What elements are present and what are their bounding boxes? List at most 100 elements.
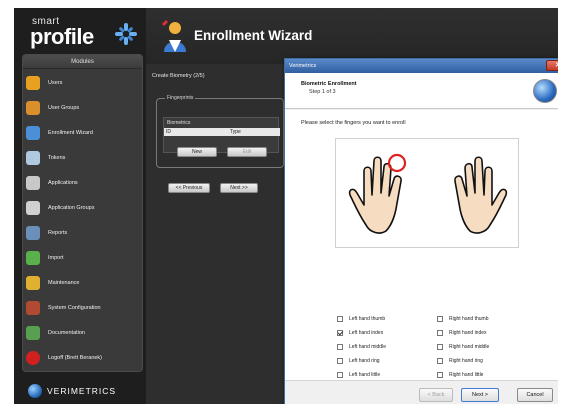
maintenance-icon [26, 276, 40, 290]
module-label: Logoff (Brett Beranek) [48, 355, 103, 361]
verimetrics-globe-icon [28, 384, 42, 398]
checkbox-label: Right hand little [449, 372, 484, 378]
module-enrollment-wizard[interactable]: Enrollment Wizard [26, 122, 141, 144]
smart-profile-window: smart profile Modules Users User Groups … [14, 8, 558, 404]
dialog-window-title: Verimetrics [289, 63, 317, 69]
module-system-configuration[interactable]: System Configuration [26, 297, 141, 319]
module-logoff[interactable]: Logoff (Brett Beranek) [26, 347, 141, 369]
dialog-heading: Biometric Enrollment [301, 81, 357, 87]
page-title: Enrollment Wizard [194, 28, 313, 43]
next-step-button[interactable]: Next >> [220, 183, 258, 193]
back-button[interactable]: < Back [419, 388, 453, 402]
dialog-step: Step 1 of 3 [309, 89, 336, 95]
hands-illustration [348, 153, 508, 234]
finger-checkbox-right-middle[interactable]: Right hand middle [437, 344, 489, 350]
module-users[interactable]: Users [26, 72, 141, 94]
checkbox-checked-icon [337, 330, 343, 336]
new-button[interactable]: New [177, 147, 217, 157]
hands-selector[interactable] [335, 138, 519, 248]
checkbox-icon [337, 372, 343, 378]
finger-checkbox-right-ring[interactable]: Right hand ring [437, 358, 483, 364]
step-indicator: Create Biometry (2/5) [152, 73, 205, 79]
system-config-icon [26, 301, 40, 315]
finger-checkbox-left-little[interactable]: Left hand little [337, 372, 380, 378]
globe-icon [533, 79, 557, 103]
module-documentation[interactable]: Documentation [26, 322, 141, 344]
module-label: Documentation [48, 330, 85, 336]
checkbox-label: Left hand little [349, 372, 381, 378]
module-label: User Groups [48, 105, 80, 111]
module-tokens[interactable]: Tokens [26, 147, 141, 169]
edit-button[interactable]: Edit [227, 147, 267, 157]
user-group-icon [26, 101, 40, 115]
checkbox-label: Left hand middle [349, 344, 386, 350]
verimetrics-brand-text: VERIMETRICS [47, 386, 117, 396]
dialog-header: Biometric Enrollment Step 1 of 3 [285, 73, 558, 109]
finger-checkbox-left-thumb[interactable]: Left hand thumb [337, 316, 385, 322]
column-id: ID [166, 129, 171, 135]
verimetrics-logo: VERIMETRICS [28, 384, 116, 398]
modules-panel: Modules Users User Groups Enrollment Wiz… [22, 54, 143, 372]
enrollment-wizard-icon [26, 126, 40, 140]
checkbox-icon [437, 344, 443, 350]
biometrics-title: Biometrics [167, 120, 191, 126]
smart-profile-logo: smart profile [26, 14, 142, 54]
finger-checkbox-left-middle[interactable]: Left hand middle [337, 344, 386, 350]
next-button[interactable]: Next > [461, 388, 499, 402]
finger-checkbox-left-index[interactable]: Left hand index [337, 330, 383, 336]
logo-star-icon [115, 23, 137, 45]
finger-checkbox-right-index[interactable]: Right hand index [437, 330, 487, 336]
biometrics-grid-header: ID Type [164, 128, 280, 136]
user-icon [26, 76, 40, 90]
checkbox-icon [437, 330, 443, 336]
module-label: Tokens [48, 155, 66, 161]
module-user-groups[interactable]: User Groups [26, 97, 141, 119]
module-label: Maintenance [48, 280, 80, 286]
left-hand-icon [348, 156, 402, 234]
modules-header: Modules [23, 55, 142, 69]
application-group-icon [26, 201, 40, 215]
report-icon [26, 226, 40, 240]
module-applications[interactable]: Applications [26, 172, 141, 194]
checkbox-label: Right hand ring [449, 358, 483, 364]
finger-checkbox-right-little[interactable]: Right hand little [437, 372, 483, 378]
fingerprints-group: Fingerprints Biometrics ID Type New Edit [156, 95, 284, 168]
module-label: Import [48, 255, 64, 261]
enrollment-person-icon [162, 20, 186, 52]
right-hand-icon [454, 156, 508, 234]
module-label: Reports [48, 230, 68, 236]
module-label: Applications [48, 180, 78, 186]
instruction-text: Please select the fingers you want to en… [301, 120, 406, 126]
cancel-button[interactable]: Cancel [517, 388, 553, 402]
checkbox-label: Left hand thumb [349, 316, 386, 322]
sidebar: smart profile Modules Users User Groups … [14, 8, 146, 404]
close-button[interactable]: ✕ [546, 60, 558, 71]
import-icon [26, 251, 40, 265]
dialog-body: Please select the fingers you want to en… [285, 110, 558, 380]
biometric-enrollment-dialog: Verimetrics ✕ Biometric Enrollment Step … [284, 58, 558, 404]
module-label: System Configuration [48, 305, 101, 311]
checkbox-label: Right hand index [449, 330, 487, 336]
module-maintenance[interactable]: Maintenance [26, 272, 141, 294]
module-import[interactable]: Import [26, 247, 141, 269]
finger-checkbox-left-ring[interactable]: Left hand ring [337, 358, 380, 364]
module-label: Enrollment Wizard [48, 130, 93, 136]
module-reports[interactable]: Reports [26, 222, 141, 244]
application-icon [26, 176, 40, 190]
logoff-icon [26, 351, 40, 365]
finger-checkbox-right-thumb[interactable]: Right hand thumb [437, 316, 488, 322]
checkbox-icon [337, 344, 343, 350]
module-application-groups[interactable]: Application Groups [26, 197, 141, 219]
wizard-header: Enrollment Wizard [146, 8, 558, 64]
checkbox-icon [337, 358, 343, 364]
selected-finger-marker [387, 153, 407, 173]
close-icon: ✕ [555, 62, 558, 69]
dialog-titlebar[interactable]: Verimetrics ✕ [285, 59, 558, 73]
dialog-footer: < Back Next > Cancel [285, 380, 558, 404]
checkbox-icon [437, 372, 443, 378]
logo-profile-text: profile [30, 24, 94, 49]
module-label: Users [48, 80, 63, 86]
checkbox-label: Right hand middle [449, 344, 490, 350]
fingerprints-legend: Fingerprints [165, 95, 196, 101]
previous-button[interactable]: << Previous [168, 183, 210, 193]
